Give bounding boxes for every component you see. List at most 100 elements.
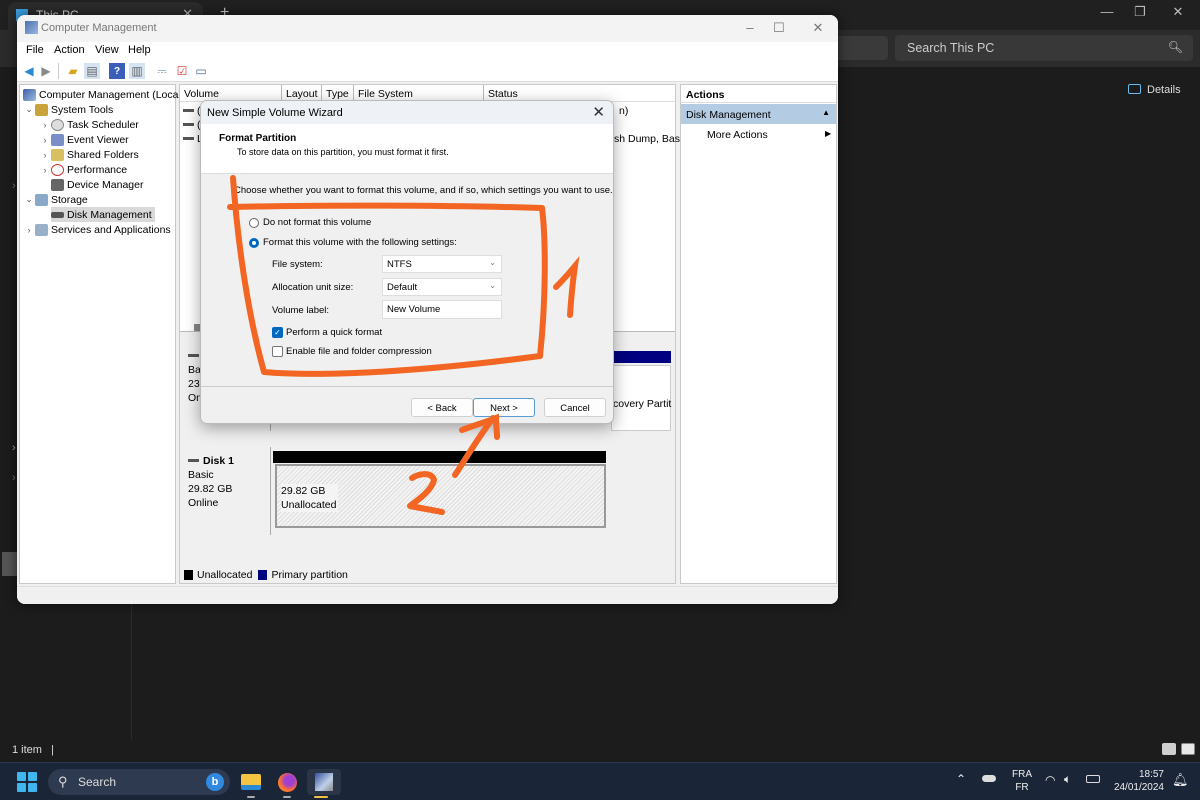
actions-header: Actions: [681, 85, 836, 103]
tree-item-system-tools[interactable]: ⌄ System Tools: [23, 102, 113, 117]
firefox-taskbar-icon[interactable]: [273, 769, 301, 798]
volume-row[interactable]: (: [183, 119, 201, 131]
disk-type: Basic: [188, 469, 214, 481]
bing-icon[interactable]: b: [206, 773, 224, 791]
checkbox-checked[interactable]: ✓: [272, 327, 283, 338]
radio-button[interactable]: [249, 217, 259, 228]
cm-window-title: Computer Management: [41, 22, 157, 34]
list-view-button[interactable]: [1162, 743, 1176, 755]
file-system-label: File system:: [272, 259, 323, 270]
properties-check-icon[interactable]: ☑: [174, 63, 190, 79]
onedrive-cloud-icon[interactable]: [982, 775, 996, 782]
volume-icon[interactable]: 🔈︎: [1064, 772, 1071, 787]
file-system-select[interactable]: NTFS ⌄: [382, 255, 502, 273]
taskbar: ⚲ Search b ⌃ FRA FR ◠ 🔈︎ 18:57 24/01/202…: [0, 762, 1200, 800]
chevron-right-icon[interactable]: ›: [39, 135, 51, 145]
recovery-partition-label: covery Partit: [613, 398, 672, 410]
volume-row[interactable]: (: [183, 105, 201, 117]
menu-action[interactable]: Action: [54, 44, 85, 56]
nav-selected-item[interactable]: [2, 552, 18, 576]
chevron-right-icon[interactable]: ›: [23, 225, 35, 235]
cm-maximize-button[interactable]: ☐: [764, 20, 794, 36]
tree-item-services[interactable]: › Services and Applications: [23, 222, 171, 237]
volume-icon: [183, 137, 194, 140]
wizard-close-button[interactable]: ✕: [592, 103, 605, 121]
computer-management-taskbar-icon[interactable]: [307, 769, 341, 798]
back-arrow-icon[interactable]: ◀: [21, 63, 37, 79]
disk-management-icon: [51, 211, 64, 218]
file-explorer-taskbar-icon[interactable]: [237, 769, 265, 798]
more-actions-item[interactable]: More Actions: [707, 129, 768, 141]
wifi-icon[interactable]: ◠: [1045, 773, 1055, 787]
tree-item-event-viewer[interactable]: › Event Viewer: [39, 132, 129, 147]
quick-format-checkbox[interactable]: ✓ Perform a quick format: [272, 327, 382, 338]
chevron-right-icon[interactable]: ›: [39, 165, 51, 175]
help-icon[interactable]: ?: [109, 63, 125, 79]
console-tree: Computer Management (Local) ⌄ System Too…: [19, 84, 184, 584]
radio-do-not-format[interactable]: Do not format this volume: [249, 217, 371, 228]
explorer-close-button[interactable]: ✕: [1163, 4, 1193, 20]
compression-checkbox[interactable]: Enable file and folder compression: [272, 346, 432, 357]
chevron-right-icon[interactable]: ›: [12, 472, 16, 484]
computer-management-icon: [25, 21, 38, 34]
menu-file[interactable]: File: [26, 44, 44, 56]
show-hide-action-pane-icon[interactable]: ▥: [129, 63, 145, 79]
connect-icon[interactable]: ⎓: [154, 63, 170, 79]
disk-1-info[interactable]: Disk 1 Basic 29.82 GB Online: [181, 447, 271, 535]
show-hidden-icons-chevron[interactable]: ⌃: [956, 772, 966, 786]
chevron-down-icon[interactable]: ⌄: [23, 194, 35, 205]
legend-swatch-unallocated: [184, 570, 193, 580]
taskbar-search-label: Search: [78, 775, 117, 789]
radio-button-selected[interactable]: [249, 237, 259, 248]
menu-help[interactable]: Help: [128, 44, 151, 56]
cancel-button[interactable]: Cancel: [544, 398, 606, 417]
tree-item-shared-folders[interactable]: › Shared Folders: [39, 147, 139, 162]
menu-view[interactable]: View: [95, 44, 119, 56]
details-button[interactable]: Details: [1128, 84, 1181, 96]
tree-item-task-scheduler[interactable]: › Task Scheduler: [39, 117, 139, 132]
chevron-right-icon[interactable]: ›: [12, 180, 16, 192]
tree-item-device-manager[interactable]: Device Manager: [51, 177, 143, 192]
explorer-restore-button[interactable]: ❐: [1125, 4, 1155, 20]
checkbox-unchecked[interactable]: [272, 346, 283, 357]
device-manager-icon: [51, 178, 64, 191]
unallocated-space[interactable]: 29.82 GB Unallocated: [275, 464, 606, 528]
windows-start-icon[interactable]: [17, 772, 37, 792]
allocation-unit-select[interactable]: Default ⌄: [382, 278, 502, 296]
chevron-right-icon[interactable]: ›: [39, 150, 51, 160]
taskbar-search[interactable]: ⚲ Search b: [48, 769, 230, 795]
file-system-value: NTFS: [387, 259, 412, 270]
language-indicator[interactable]: FRA FR: [1012, 768, 1032, 794]
volume-label-value: New Volume: [387, 304, 441, 315]
collapse-arrow-icon[interactable]: ▲: [822, 108, 830, 117]
forward-arrow-icon[interactable]: ▶: [38, 63, 54, 79]
cm-status-bar: [17, 586, 838, 604]
disk-icon: [188, 459, 199, 462]
cm-close-button[interactable]: ✕: [803, 20, 833, 36]
back-button[interactable]: < Back: [411, 398, 473, 417]
chevron-right-icon[interactable]: ›: [39, 120, 51, 130]
tree-item-performance[interactable]: › Performance: [39, 162, 127, 177]
up-folder-icon[interactable]: ▰: [65, 63, 81, 79]
volume-label-input[interactable]: New Volume: [382, 300, 502, 319]
thumbnail-view-button[interactable]: [1181, 743, 1195, 755]
tree-label: Storage: [51, 193, 88, 206]
radio-format[interactable]: Format this volume with the following se…: [249, 237, 457, 248]
explorer-search-input[interactable]: Search This PC 🔍︎: [895, 35, 1193, 61]
next-button[interactable]: Next >: [473, 398, 535, 417]
list-view-icon[interactable]: ▭: [193, 63, 209, 79]
tree-label: Device Manager: [67, 178, 144, 191]
cm-minimize-button[interactable]: –: [735, 20, 765, 35]
show-hide-tree-icon[interactable]: ▤: [84, 63, 100, 79]
tree-item-disk-management[interactable]: Disk Management: [51, 207, 155, 222]
notification-bell-icon[interactable]: 🔔︎: [1172, 772, 1189, 788]
tree-item-storage[interactable]: ⌄ Storage: [23, 192, 88, 207]
explorer-minimize-button[interactable]: —: [1092, 4, 1122, 19]
chevron-right-icon[interactable]: ›: [12, 442, 16, 454]
chevron-down-icon[interactable]: ⌄: [23, 104, 35, 115]
actions-section-disk-management[interactable]: Disk Management ▲: [681, 104, 836, 124]
clock[interactable]: 18:57 24/01/2024: [1110, 768, 1164, 794]
tree-item-root[interactable]: Computer Management (Local): [23, 87, 184, 102]
tree-label: Computer Management (Local): [39, 88, 185, 101]
battery-icon[interactable]: [1086, 775, 1100, 783]
